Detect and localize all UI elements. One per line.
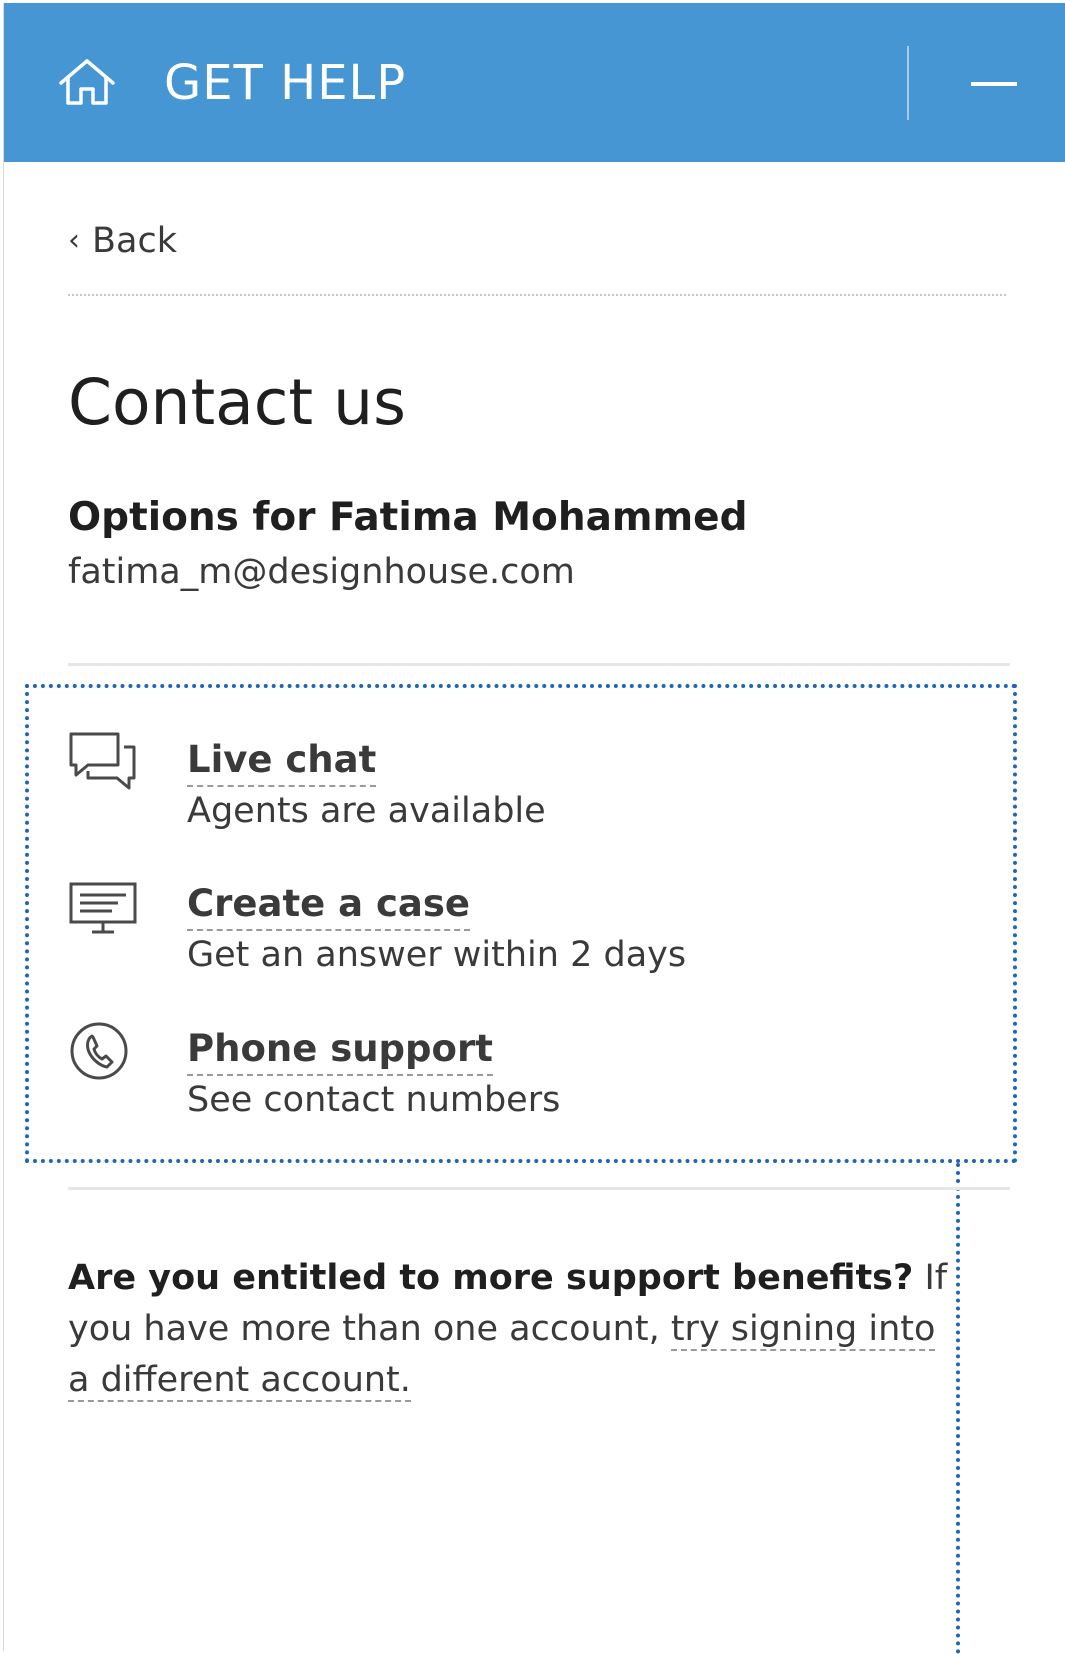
minimize-button[interactable] xyxy=(962,65,1022,105)
back-link[interactable]: ‹ Back xyxy=(68,219,177,265)
header-title: GET HELP xyxy=(164,55,407,111)
divider xyxy=(68,1187,1010,1190)
header-divider xyxy=(907,46,909,120)
header-bar: GET HELP xyxy=(4,3,1065,162)
options-heading: Options for Fatima Mohammed xyxy=(68,495,748,540)
divider xyxy=(68,663,1010,666)
chevron-left-icon: ‹ xyxy=(68,223,80,258)
benefits-text: Are you entitled to more support benefit… xyxy=(68,1253,948,1406)
callout-line xyxy=(956,1163,960,1654)
help-panel: GET HELP ‹ Back Contact us Options for Fa… xyxy=(3,3,1065,1654)
options-highlight xyxy=(25,684,1017,1163)
back-label: Back xyxy=(92,221,177,261)
page-title: Contact us xyxy=(68,366,406,439)
minimize-icon xyxy=(971,82,1017,86)
home-icon[interactable] xyxy=(58,57,116,107)
user-email: fatima_m@designhouse.com xyxy=(68,552,575,592)
benefits-lead: Are you entitled to more support benefit… xyxy=(68,1258,914,1298)
divider xyxy=(68,294,1006,296)
